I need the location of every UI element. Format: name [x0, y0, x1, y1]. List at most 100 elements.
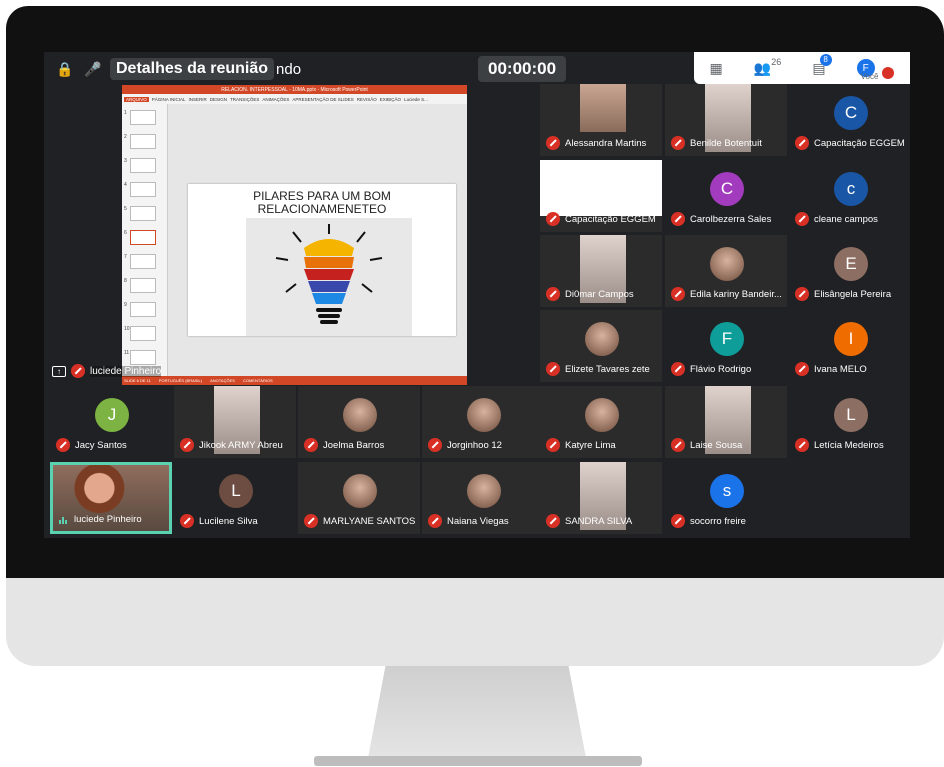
- participant-tile[interactable]: L Letícia Medeiros: [789, 386, 910, 458]
- slide-thumbnail[interactable]: [130, 134, 156, 149]
- ribbon-tab[interactable]: TRANSIÇÕES: [230, 97, 259, 102]
- lock-icon[interactable]: 🔒: [54, 58, 76, 80]
- participant-label: Alessandra Martins: [546, 136, 646, 150]
- avatar: c: [834, 172, 868, 206]
- current-slide: PILARES PARA UM BOM RELACIONAMENETEO: [188, 184, 456, 336]
- chat-button[interactable]: ▤ 8: [812, 53, 832, 77]
- slide-thumbnail[interactable]: [130, 254, 156, 269]
- participant-name: Jacy Santos: [75, 439, 127, 451]
- ribbon-tab[interactable]: PÁGINA INICIAL: [152, 97, 186, 102]
- meeting-header: 🔒 🎤 Detalhes da reunião ndo: [54, 58, 301, 80]
- mic-off-icon: [671, 287, 685, 301]
- participant-tile[interactable]: Joelma Barros: [298, 386, 420, 458]
- slide-thumbnail[interactable]: [130, 302, 156, 317]
- participant-tile[interactable]: Benilde Botentuit: [665, 84, 787, 156]
- participant-name: Jorginhoo 12: [447, 439, 502, 451]
- participant-name: Lucilene Silva: [199, 515, 258, 527]
- thumb-number: 3: [124, 158, 127, 164]
- participant-tile[interactable]: Naiana Viegas: [422, 462, 544, 534]
- participant-tile[interactable]: Laise Sousa: [665, 386, 787, 458]
- slide-thumbnail[interactable]: [130, 110, 156, 125]
- mic-off-icon: [671, 362, 685, 376]
- slide-thumbnail[interactable]: [130, 158, 156, 173]
- participant-label: Jacy Santos: [56, 438, 127, 452]
- participant-label: Lucilene Silva: [180, 514, 258, 528]
- participant-tile[interactable]: c cleane campos: [789, 160, 910, 232]
- ribbon-tab[interactable]: Luciede S...: [404, 97, 428, 102]
- thumb-number: 6: [124, 230, 127, 236]
- participant-tile[interactable]: Jikook ARMY Abreu: [174, 386, 296, 458]
- participant-tile[interactable]: F Flávio Rodrigo: [665, 310, 787, 382]
- participant-tile[interactable]: Jorginhoo 12: [422, 386, 544, 458]
- participant-tile[interactable]: Alessandra Martins: [540, 84, 662, 156]
- slide-thumbnail[interactable]: [130, 350, 156, 365]
- slide-thumbnail[interactable]: [130, 326, 156, 341]
- participant-tile[interactable]: Katyre Lima: [540, 386, 662, 458]
- participant-name: cleane campos: [814, 213, 878, 225]
- mic-off-icon: [428, 438, 442, 452]
- slide-thumbnail[interactable]: [130, 182, 156, 197]
- participant-tile[interactable]: L Lucilene Silva: [174, 462, 296, 534]
- grid-view-icon[interactable]: ▦: [710, 60, 723, 77]
- avatar: [467, 474, 501, 508]
- notes-button[interactable]: ANOTAÇÕES: [210, 378, 235, 383]
- participant-label: Capacitação EGGEM: [546, 212, 656, 226]
- mic-icon[interactable]: 🎤: [82, 58, 104, 80]
- presentation-tile[interactable]: RELACION. INTERPESSOAL - 10MA.pptx - Mic…: [122, 85, 467, 385]
- participant-tile[interactable]: s socorro freire: [665, 462, 787, 534]
- ppt-ribbon: ARQUIVO PÁGINA INICIAL INSERIR DESIGN TRANSI…: [122, 94, 467, 104]
- ribbon-tab[interactable]: ANIMAÇÕES: [262, 97, 289, 102]
- slide-thumbnail[interactable]: [130, 206, 156, 221]
- participant-name: Edila kariny Bandeir...: [690, 288, 782, 300]
- participant-name: Letícia Medeiros: [814, 439, 884, 451]
- thumb-number: 8: [124, 278, 127, 284]
- participant-tile[interactable]: SANDRA SILVA: [540, 462, 662, 534]
- participant-label: Jikook ARMY Abreu: [180, 438, 283, 452]
- participant-name: Katyre Lima: [565, 439, 616, 451]
- monitor-chin: [6, 578, 944, 666]
- participant-tile[interactable]: Capacitação EGGEM: [540, 160, 662, 232]
- participant-tile[interactable]: C Carolbezerra Sales: [665, 160, 787, 232]
- present-screen-icon: ↑: [52, 365, 66, 377]
- avatar: [585, 322, 619, 356]
- participant-name: luciede Pinheiro: [74, 514, 142, 525]
- participants-button[interactable]: 👥 26: [754, 57, 781, 77]
- participant-tile[interactable]: luciede Pinheiro: [50, 462, 172, 534]
- mic-off-icon: [546, 136, 560, 150]
- mic-off-icon: [71, 364, 85, 378]
- self-view[interactable]: F Você: [856, 56, 895, 81]
- participant-tile[interactable]: Elizete Tavares zete: [540, 310, 662, 382]
- ppt-workspace: 1 2 3 4 5 6 7 8 9 10 11 PILARES PARA UM BOM RELACI…: [122, 104, 467, 376]
- ppt-title: RELACION. INTERPESSOAL - 10MA.pptx - Mic…: [122, 85, 467, 94]
- participant-tile[interactable]: MARLYANE SANTOS: [298, 462, 420, 534]
- participant-tile[interactable]: J Jacy Santos: [50, 386, 172, 458]
- ribbon-tab[interactable]: ARQUIVO: [124, 96, 149, 102]
- participant-tile[interactable]: Edila kariny Bandeir...: [665, 235, 787, 307]
- ribbon-tab[interactable]: DESIGN: [210, 97, 227, 102]
- avatar: s: [710, 474, 744, 508]
- meeting-details-button[interactable]: Detalhes da reunião: [110, 58, 275, 80]
- participant-tile[interactable]: Di0mar Campos: [540, 235, 662, 307]
- ribbon-tab[interactable]: EXIBIÇÃO: [380, 97, 401, 102]
- participant-name: Carolbezerra Sales: [690, 213, 772, 225]
- participant-label: Capacitação EGGEM: [795, 136, 905, 150]
- mic-off-icon: [546, 438, 560, 452]
- comments-button[interactable]: COMENTÁRIOS: [243, 378, 273, 383]
- ribbon-tab[interactable]: REVISÃO: [357, 97, 377, 102]
- participant-name: Ivana MELO: [814, 363, 867, 375]
- participant-tile[interactable]: C Capacitação EGGEM: [789, 84, 910, 156]
- slide-thumbnail[interactable]: [130, 230, 156, 245]
- mic-off-icon: [304, 514, 318, 528]
- participant-name: Benilde Botentuit: [690, 137, 762, 149]
- ribbon-tab[interactable]: INSERIR: [189, 97, 207, 102]
- participant-label: Jorginhoo 12: [428, 438, 502, 452]
- participant-tile[interactable]: I Ivana MELO: [789, 310, 910, 382]
- participant-name: Naiana Viegas: [447, 515, 509, 527]
- participant-name: SANDRA SILVA: [565, 515, 633, 527]
- slide-thumbnail[interactable]: [130, 278, 156, 293]
- avatar: [343, 398, 377, 432]
- ribbon-tab[interactable]: APRESENTAÇÃO DE SLIDES: [292, 97, 353, 102]
- meet-screen: 🔒 🎤 Detalhes da reunião ndo 00:00:00 ▦ 👥…: [44, 52, 910, 538]
- participant-label: Ivana MELO: [795, 362, 867, 376]
- participant-tile[interactable]: E Elisângela Pereira: [789, 235, 910, 307]
